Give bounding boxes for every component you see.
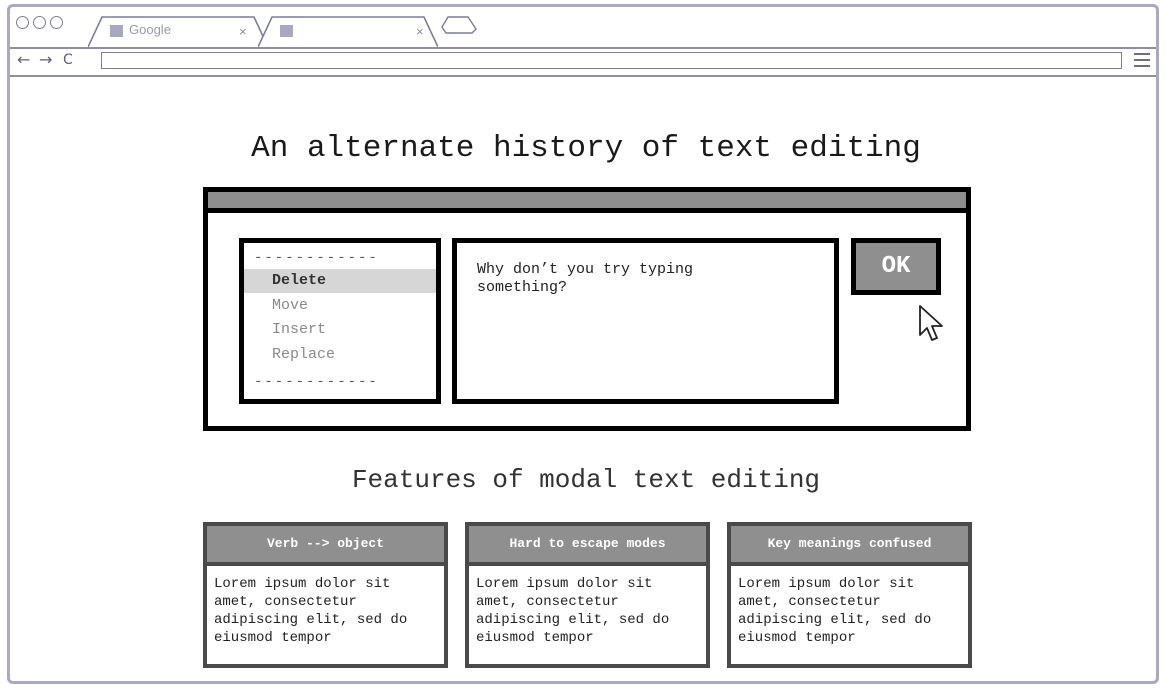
- ok-button[interactable]: OK: [851, 238, 941, 295]
- modal-dialog: ------------ Delete Move Insert Replace …: [203, 187, 971, 431]
- tab-label: Google: [129, 22, 171, 37]
- menu-item-delete[interactable]: Delete: [244, 269, 436, 293]
- tab-close-icon[interactable]: ×: [416, 25, 424, 38]
- dialog-titlebar: [208, 192, 966, 213]
- tab-blank[interactable]: ×: [258, 15, 438, 47]
- tab-bar: Google × ×: [10, 7, 1156, 49]
- feature-card-body: Lorem ipsum dolor sit amet, consectetur …: [214, 576, 408, 646]
- back-icon[interactable]: ←: [17, 50, 30, 70]
- square-favicon-icon: [280, 25, 293, 37]
- feature-card: Hard to escape modes Lorem ipsum dolor s…: [465, 522, 710, 668]
- features-heading: Features of modal text editing: [351, 465, 821, 495]
- menu-separator: ------------: [254, 374, 379, 390]
- browser-window: Google × × ← → C An alternate history of…: [7, 4, 1159, 684]
- feature-card: Verb --> object Lorem ipsum dolor sit am…: [203, 522, 448, 668]
- feature-card-title: Key meanings confused: [731, 526, 968, 566]
- window-controls: [16, 16, 63, 29]
- minimize-window-button[interactable]: [33, 16, 46, 29]
- address-bar: ← → C: [10, 47, 1156, 77]
- new-tab-icon: [441, 16, 477, 34]
- menu-item-replace[interactable]: Replace: [244, 343, 436, 367]
- feature-card-title: Hard to escape modes: [469, 526, 706, 566]
- close-window-button[interactable]: [16, 16, 29, 29]
- menu-item-insert[interactable]: Insert: [244, 318, 436, 342]
- reload-icon[interactable]: C: [63, 50, 73, 70]
- page-title: An alternate history of text editing: [251, 131, 921, 166]
- feature-card-title: Verb --> object: [207, 526, 444, 566]
- square-favicon-icon: [110, 25, 123, 37]
- forward-icon[interactable]: →: [39, 50, 52, 70]
- new-tab-button[interactable]: [440, 15, 480, 45]
- text-editing-area[interactable]: Why don’t you try typing something?: [452, 238, 839, 404]
- feature-card-body: Lorem ipsum dolor sit amet, consectetur …: [476, 576, 670, 646]
- tab-google[interactable]: Google ×: [88, 15, 268, 47]
- mouse-pointer-icon: [919, 305, 943, 341]
- tab-close-icon[interactable]: ×: [239, 25, 247, 38]
- menu-separator: ------------: [254, 250, 379, 266]
- command-menu: ------------ Delete Move Insert Replace …: [239, 238, 441, 404]
- menu-item-move[interactable]: Move: [244, 294, 436, 318]
- maximize-window-button[interactable]: [50, 16, 63, 29]
- hamburger-menu-icon[interactable]: [1134, 53, 1150, 71]
- feature-card: Key meanings confused Lorem ipsum dolor …: [727, 522, 972, 668]
- url-input[interactable]: [101, 52, 1122, 69]
- feature-card-body: Lorem ipsum dolor sit amet, consectetur …: [738, 576, 932, 646]
